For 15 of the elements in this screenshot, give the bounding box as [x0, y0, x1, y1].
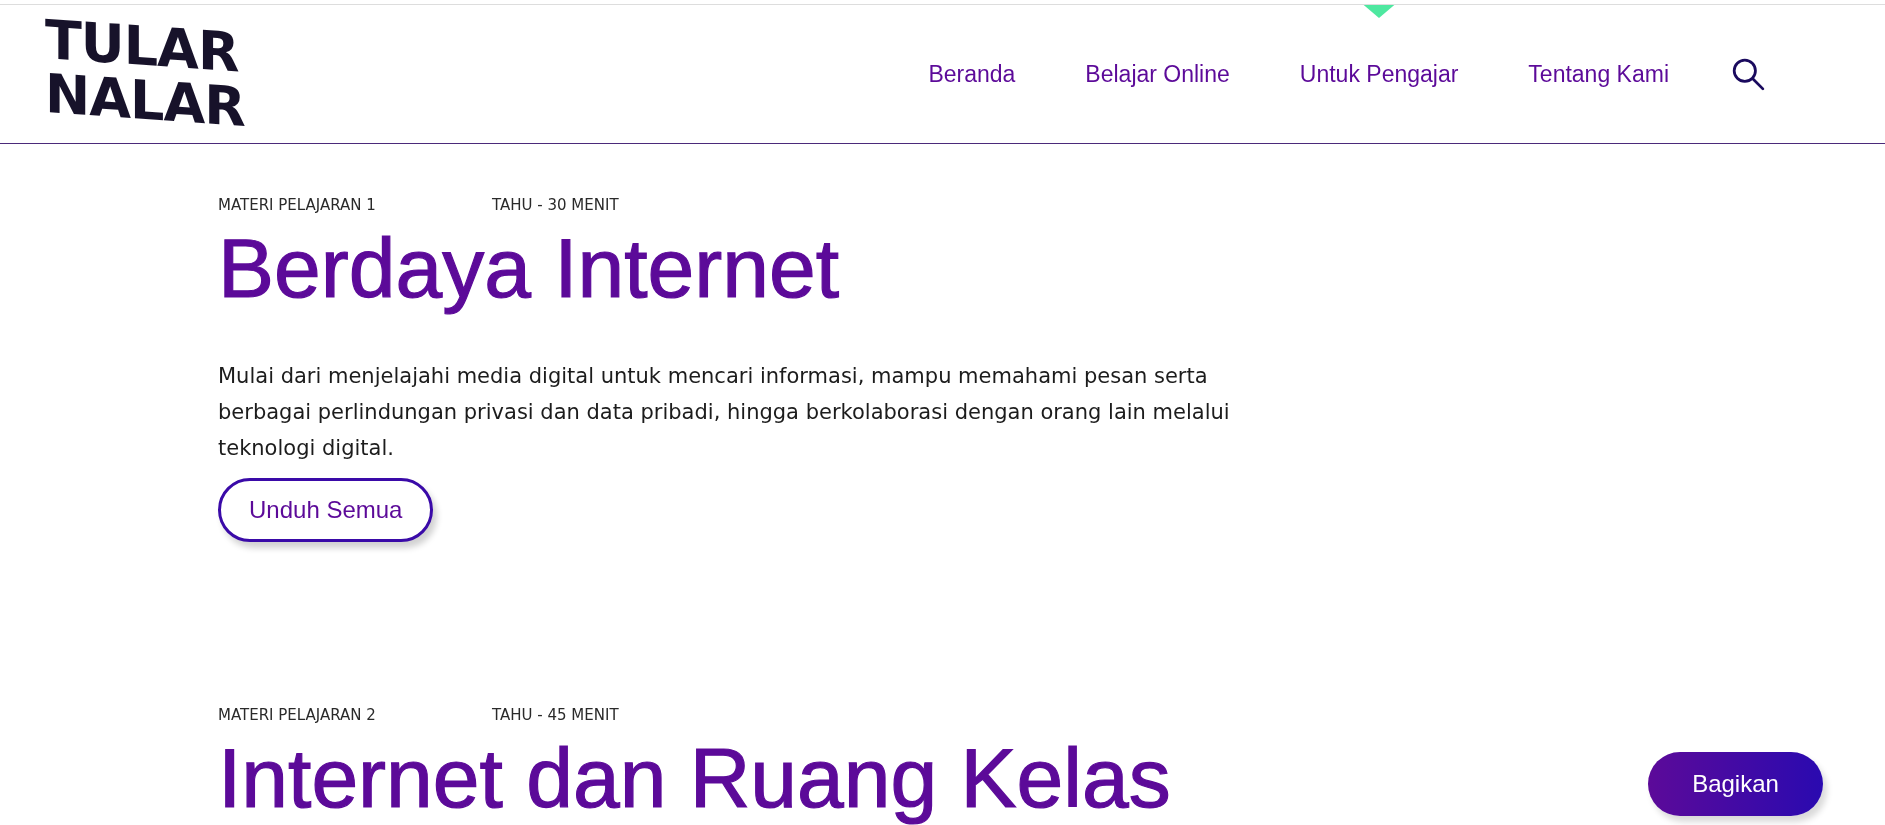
nav-link[interactable]: Beranda [928, 60, 1016, 88]
nav-link[interactable]: Tentang Kami [1528, 60, 1669, 88]
download-button[interactable]: Unduh Semua [218, 478, 434, 542]
nav-link[interactable]: Belajar Online [1085, 60, 1230, 88]
nav-link[interactable]: Untuk Pengajar [1299, 60, 1459, 88]
lesson-title: Berdaya Internet [218, 222, 840, 314]
lesson-duration: TAHU - 30 MENIT [492, 196, 619, 214]
lesson-number: MATERI PELAJARAN 1 [218, 196, 377, 214]
lesson-title: Internet dan Ruang Kelas [218, 732, 1171, 824]
lesson-number: MATERI PELAJARAN 2 [218, 706, 377, 724]
lesson-description: Mulai dari menjelajahi media digital untuk mencari informasi, mampu memahami pesan serta berbagai perlindungan privasi dan data pribadi, hingga berkolaborasi dengan orang lain melalui teknologi digital. [218, 363, 1231, 462]
share-button[interactable]: Bagikan [1648, 752, 1823, 816]
logo[interactable]: TULAR NALAR [45, 13, 245, 135]
lesson-duration: TAHU - 45 MENIT [492, 706, 619, 724]
search-icon[interactable] [1731, 57, 1765, 91]
